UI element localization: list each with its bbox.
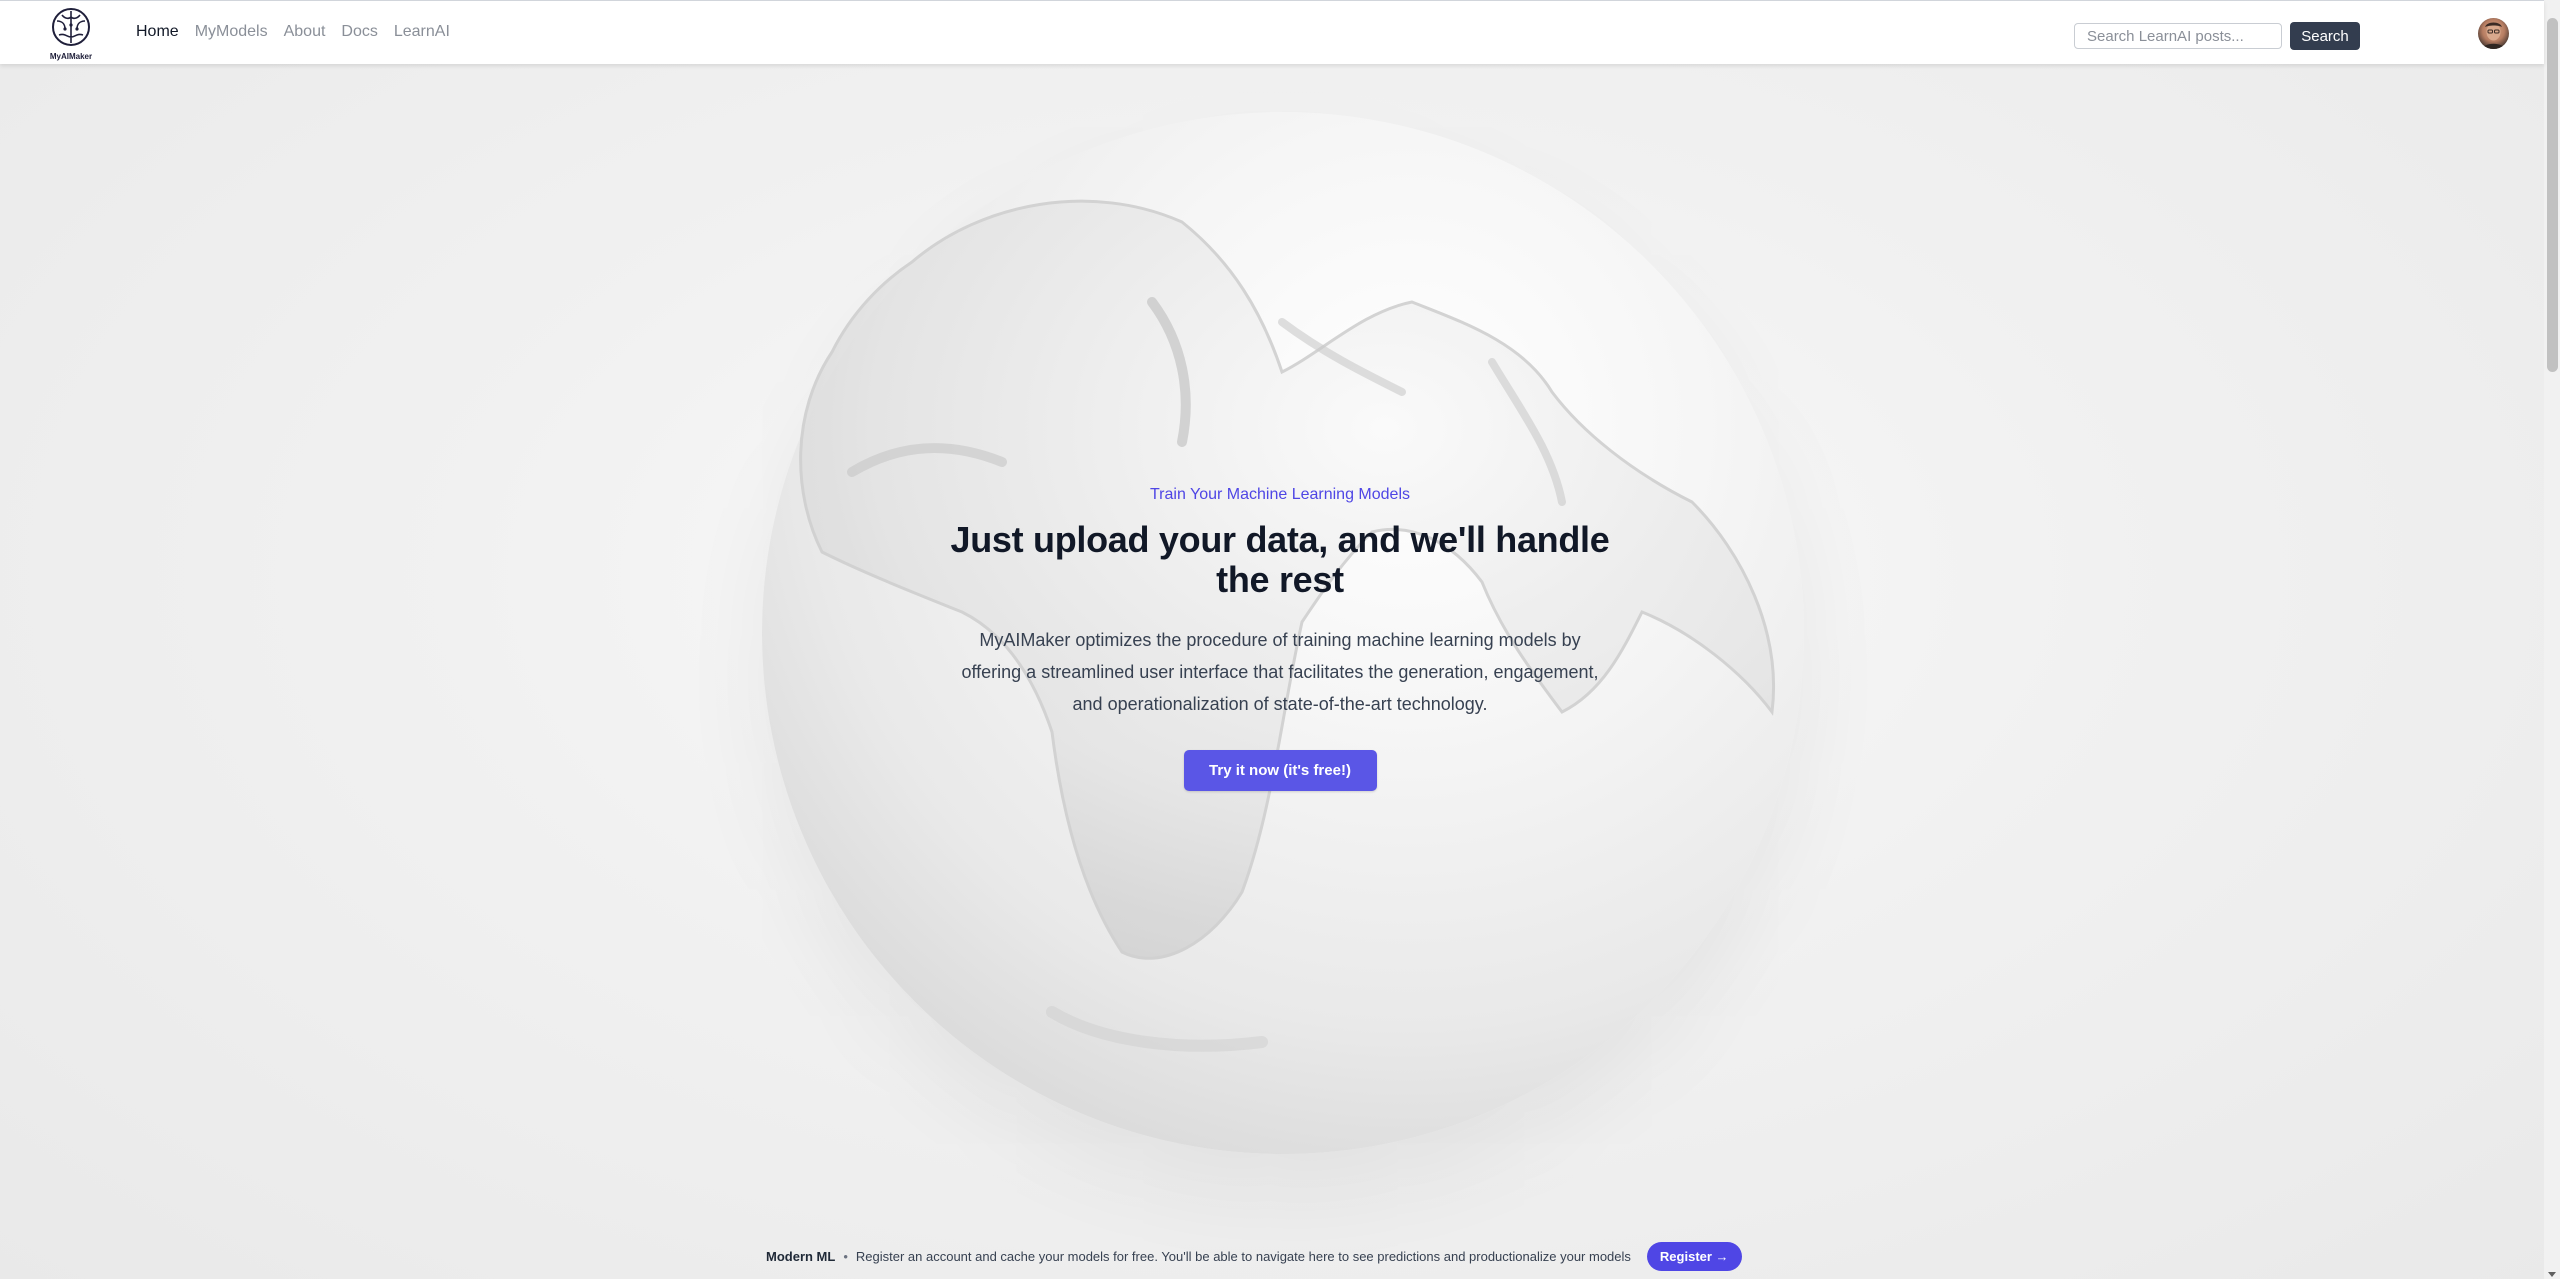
logo-text: MyAIMaker	[49, 52, 93, 61]
try-it-now-button[interactable]: Try it now (it's free!)	[1183, 750, 1377, 791]
banner-title: Modern ML	[766, 1248, 836, 1264]
banner-text: Register an account and cache your model…	[855, 1248, 1631, 1264]
search-input[interactable]	[2074, 23, 2282, 49]
user-avatar[interactable]	[2478, 18, 2509, 49]
nav-link-about[interactable]: About	[284, 23, 326, 41]
primary-nav: Home MyModels About Docs LearnAI	[136, 23, 466, 41]
user-avatar-icon	[2482, 22, 2505, 49]
search-button[interactable]: Search	[2290, 22, 2360, 50]
hero-section: Train Your Machine Learning Models Just …	[880, 486, 1680, 791]
banner-separator: •	[843, 1248, 848, 1264]
nav-link-learnai[interactable]: LearnAI	[394, 23, 450, 41]
nav-link-docs[interactable]: Docs	[341, 23, 377, 41]
hero-description: MyAIMaker optimizes the procedure of tra…	[961, 630, 1599, 714]
register-button[interactable]: Register →	[1646, 1241, 1742, 1271]
nav-link-home[interactable]: Home	[136, 23, 179, 41]
hero-headline: Just upload your data, and we'll handle …	[950, 519, 1610, 600]
hero-eyebrow: Train Your Machine Learning Models	[1149, 486, 1410, 503]
nav-link-mymodels[interactable]: MyModels	[195, 23, 268, 41]
navbar: MyAIMaker Home MyModels About Docs Learn…	[0, 0, 2544, 64]
logo[interactable]: MyAIMaker	[46, 7, 96, 61]
scrollbar-thumb[interactable]	[2547, 18, 2558, 372]
scroll-down-arrow-icon[interactable]	[2548, 1272, 2556, 1277]
brain-logo-icon	[52, 8, 90, 46]
announcement-banner: Modern ML • Register an account and cach…	[766, 1241, 1742, 1271]
scrollbar[interactable]	[2544, 0, 2560, 1279]
